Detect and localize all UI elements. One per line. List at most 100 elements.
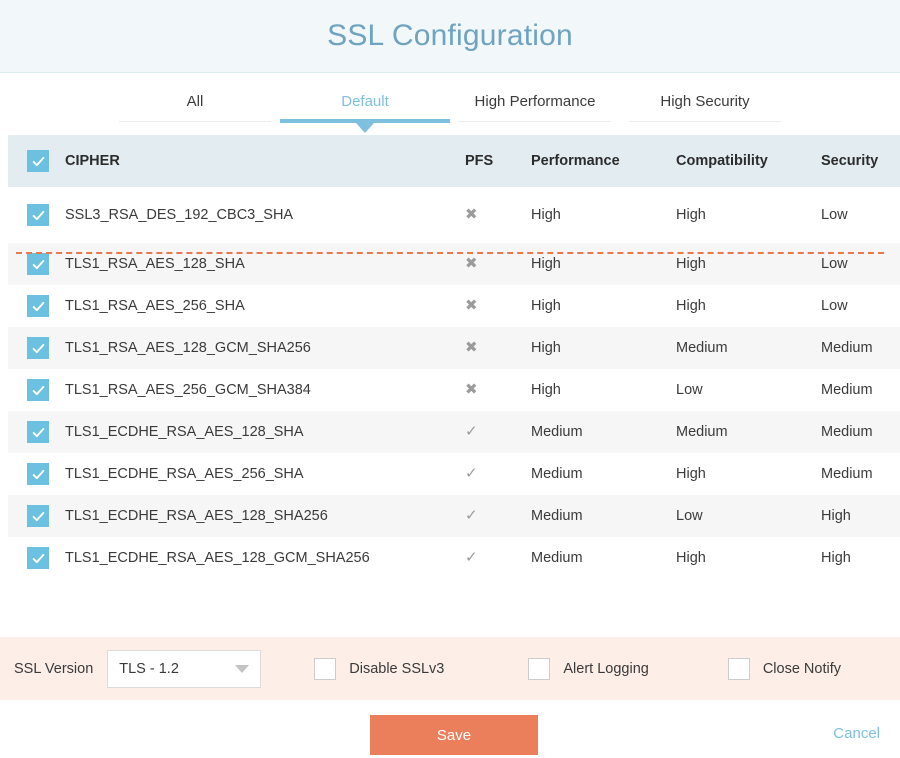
row-select-cell (8, 495, 65, 537)
disable-sslv3-checkbox[interactable] (314, 658, 336, 680)
tab-label: All (187, 93, 204, 110)
pfs-cell: ✓ (455, 495, 531, 537)
alert-logging-checkbox[interactable] (528, 658, 550, 680)
performance-value: Medium (531, 453, 676, 495)
compatibility-value: High (676, 453, 821, 495)
row-checkbox[interactable] (27, 379, 49, 401)
row-select-cell (8, 187, 65, 243)
security-value: Low (821, 187, 900, 243)
row-checkbox[interactable] (27, 463, 49, 485)
column-header-performance[interactable]: Performance (531, 135, 676, 187)
security-value: Low (821, 243, 900, 285)
check-icon (32, 155, 45, 168)
table-row[interactable]: TLS1_ECDHE_RSA_AES_128_SHA256✓MediumLowH… (8, 495, 900, 537)
row-select-cell (8, 411, 65, 453)
check-icon (32, 552, 45, 565)
cipher-name: TLS1_RSA_AES_128_SHA (65, 243, 455, 285)
pfs-yes-icon: ✓ (465, 423, 478, 440)
tab-label: Default (341, 93, 389, 110)
row-checkbox[interactable] (27, 547, 49, 569)
pfs-cell: ✖ (455, 187, 531, 243)
table-row[interactable]: TLS1_RSA_AES_128_GCM_SHA256✖HighMediumMe… (8, 327, 900, 369)
select-all-checkbox[interactable] (27, 150, 49, 172)
column-header-security[interactable]: Security (821, 135, 900, 187)
ssl-version-select[interactable]: TLS - 1.2 (107, 650, 261, 688)
table-row[interactable]: TLS1_RSA_AES_256_GCM_SHA384✖HighLowMediu… (8, 369, 900, 411)
row-checkbox[interactable] (27, 505, 49, 527)
tab-default[interactable]: Default (280, 73, 450, 135)
pfs-yes-icon: ✓ (465, 507, 478, 524)
page-title: SSL Configuration (327, 19, 573, 53)
row-checkbox[interactable] (27, 204, 49, 226)
row-select-cell (8, 285, 65, 327)
alert-logging-option[interactable]: Alert Logging (528, 658, 648, 680)
ssl-version-label: SSL Version (14, 661, 93, 677)
tab-underline (459, 121, 611, 122)
close-notify-option[interactable]: Close Notify (728, 658, 841, 680)
compatibility-value: High (676, 285, 821, 327)
table-row[interactable]: TLS1_ECDHE_RSA_AES_128_GCM_SHA256✓Medium… (8, 537, 900, 579)
cancel-button[interactable]: Cancel (833, 725, 880, 742)
action-bar: Save Cancel (0, 700, 900, 758)
tab-all[interactable]: All (110, 73, 280, 135)
row-checkbox[interactable] (27, 253, 49, 275)
security-value: Medium (821, 411, 900, 453)
cipher-name: TLS1_ECDHE_RSA_AES_128_SHA256 (65, 495, 455, 537)
table-head: CIPHER PFS Performance Compatibility Sec… (8, 135, 900, 187)
performance-value: High (531, 369, 676, 411)
close-notify-checkbox[interactable] (728, 658, 750, 680)
row-select-cell (8, 327, 65, 369)
pfs-cell: ✖ (455, 369, 531, 411)
save-button[interactable]: Save (370, 715, 538, 755)
default-cipher-separator (16, 252, 884, 254)
compatibility-value: High (676, 537, 821, 579)
table-header-row: CIPHER PFS Performance Compatibility Sec… (8, 135, 900, 187)
check-icon (32, 510, 45, 523)
check-icon (32, 426, 45, 439)
table-body: SSL3_RSA_DES_192_CBC3_SHA✖HighHighLowTLS… (8, 187, 900, 579)
cipher-name: TLS1_RSA_AES_256_SHA (65, 285, 455, 327)
cipher-name: SSL3_RSA_DES_192_CBC3_SHA (65, 187, 455, 243)
pfs-no-icon: ✖ (465, 297, 478, 314)
performance-value: High (531, 327, 676, 369)
tab-label: High Security (660, 93, 749, 110)
tab-high-performance[interactable]: High Performance (450, 73, 620, 135)
security-value: Medium (821, 453, 900, 495)
column-header-compatibility[interactable]: Compatibility (676, 135, 821, 187)
row-checkbox[interactable] (27, 295, 49, 317)
check-icon (32, 209, 45, 222)
pfs-yes-icon: ✓ (465, 549, 478, 566)
select-all-header (8, 135, 65, 187)
column-header-cipher[interactable]: CIPHER (65, 135, 455, 187)
cipher-name: TLS1_ECDHE_RSA_AES_256_SHA (65, 453, 455, 495)
disable-sslv3-option[interactable]: Disable SSLv3 (314, 658, 444, 680)
security-value: High (821, 495, 900, 537)
pfs-cell: ✖ (455, 327, 531, 369)
table-row[interactable]: TLS1_RSA_AES_128_SHA✖HighHighLow (8, 243, 900, 285)
security-value: Medium (821, 369, 900, 411)
check-icon (32, 258, 45, 271)
performance-value: High (531, 187, 676, 243)
table-row[interactable]: TLS1_ECDHE_RSA_AES_128_SHA✓MediumMediumM… (8, 411, 900, 453)
cipher-name: TLS1_ECDHE_RSA_AES_128_GCM_SHA256 (65, 537, 455, 579)
row-checkbox[interactable] (27, 421, 49, 443)
compatibility-value: Medium (676, 327, 821, 369)
check-icon (32, 384, 45, 397)
tab-label: High Performance (475, 93, 596, 110)
table-row[interactable]: TLS1_RSA_AES_256_SHA✖HighHighLow (8, 285, 900, 327)
table-row[interactable]: TLS1_ECDHE_RSA_AES_256_SHA ✓ MediumHighMed… (8, 453, 900, 495)
tab-active-arrow-icon (356, 123, 374, 133)
pfs-yes-icon: ✓ (465, 465, 478, 482)
compatibility-value: High (676, 243, 821, 285)
row-select-cell (8, 369, 65, 411)
row-checkbox[interactable] (27, 337, 49, 359)
pfs-cell: ✓ (455, 537, 531, 579)
security-value: High (821, 537, 900, 579)
pfs-no-icon: ✖ (465, 381, 478, 398)
tab-high-security[interactable]: High Security (620, 73, 790, 135)
column-header-pfs[interactable]: PFS (455, 135, 531, 187)
disable-sslv3-label: Disable SSLv3 (349, 661, 444, 677)
ssl-options-bar: SSL Version TLS - 1.2 Disable SSLv3 Aler… (0, 637, 900, 700)
performance-value: High (531, 285, 676, 327)
table-row[interactable]: SSL3_RSA_DES_192_CBC3_SHA✖HighHighLow (8, 187, 900, 243)
